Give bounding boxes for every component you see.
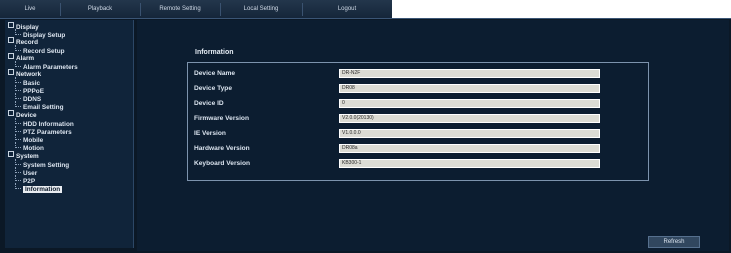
tree-toggle-icon: [8, 22, 14, 28]
tree-toggle-icon: [8, 53, 14, 59]
top-navigation-bar: Live Playback Remote Setting Local Setti…: [0, 0, 731, 19]
info-row-device-id: Device ID 0: [194, 99, 644, 108]
info-row-device-type: Device Type DR08: [194, 84, 644, 93]
main-content: Information Device Name DR-N2F Device Ty…: [137, 20, 729, 251]
info-row-firmware-version: Firmware Version V2.0.0(20130): [194, 114, 644, 123]
field-label: Firmware Version: [194, 115, 249, 122]
device-id-field: 0: [339, 99, 600, 108]
refresh-button[interactable]: Refresh: [648, 236, 700, 248]
device-name-field: DR-N2F: [339, 69, 600, 78]
information-panel: Device Name DR-N2F Device Type DR08 Devi…: [187, 62, 649, 181]
tab-playback[interactable]: Playback: [60, 3, 141, 16]
sidebar-item-label: Information: [23, 186, 63, 193]
ie-version-field: V1.0.0.0: [339, 129, 600, 138]
app-window: Live Playback Remote Setting Local Setti…: [0, 0, 731, 253]
info-row-hardware-version: Hardware Version DR08a: [194, 144, 644, 153]
field-label: Device Name: [194, 70, 236, 77]
info-row-device-name: Device Name DR-N2F: [194, 69, 644, 78]
settings-sidebar: Display Display Setup Record Record Setu…: [5, 20, 134, 248]
tree-toggle-icon: [8, 37, 14, 43]
hardware-version-field: DR08a: [339, 144, 600, 153]
info-row-ie-version: IE Version V1.0.0.0: [194, 129, 644, 138]
tab-remote-setting[interactable]: Remote Setting: [140, 3, 221, 16]
field-label: IE Version: [194, 130, 226, 137]
top-bar-blank-area: [392, 0, 731, 18]
info-row-keyboard-version: Keyboard Version KB300-1: [194, 159, 644, 168]
tree-toggle-icon: [8, 110, 14, 116]
tab-logout[interactable]: Logout: [302, 3, 393, 16]
firmware-version-field: V2.0.0(20130): [339, 114, 600, 123]
field-label: Hardware Version: [194, 145, 250, 152]
sidebar-item-information[interactable]: Information: [15, 183, 63, 194]
field-label: Device Type: [194, 85, 232, 92]
tab-live[interactable]: Live: [0, 3, 61, 16]
tree-toggle-icon: [8, 151, 14, 157]
tree-toggle-icon: [8, 69, 14, 75]
field-label: Device ID: [194, 100, 224, 107]
field-label: Keyboard Version: [194, 160, 251, 167]
section-title: Information: [195, 49, 234, 56]
device-type-field: DR08: [339, 84, 600, 93]
keyboard-version-field: KB300-1: [339, 159, 600, 168]
tab-local-setting[interactable]: Local Setting: [220, 3, 303, 16]
